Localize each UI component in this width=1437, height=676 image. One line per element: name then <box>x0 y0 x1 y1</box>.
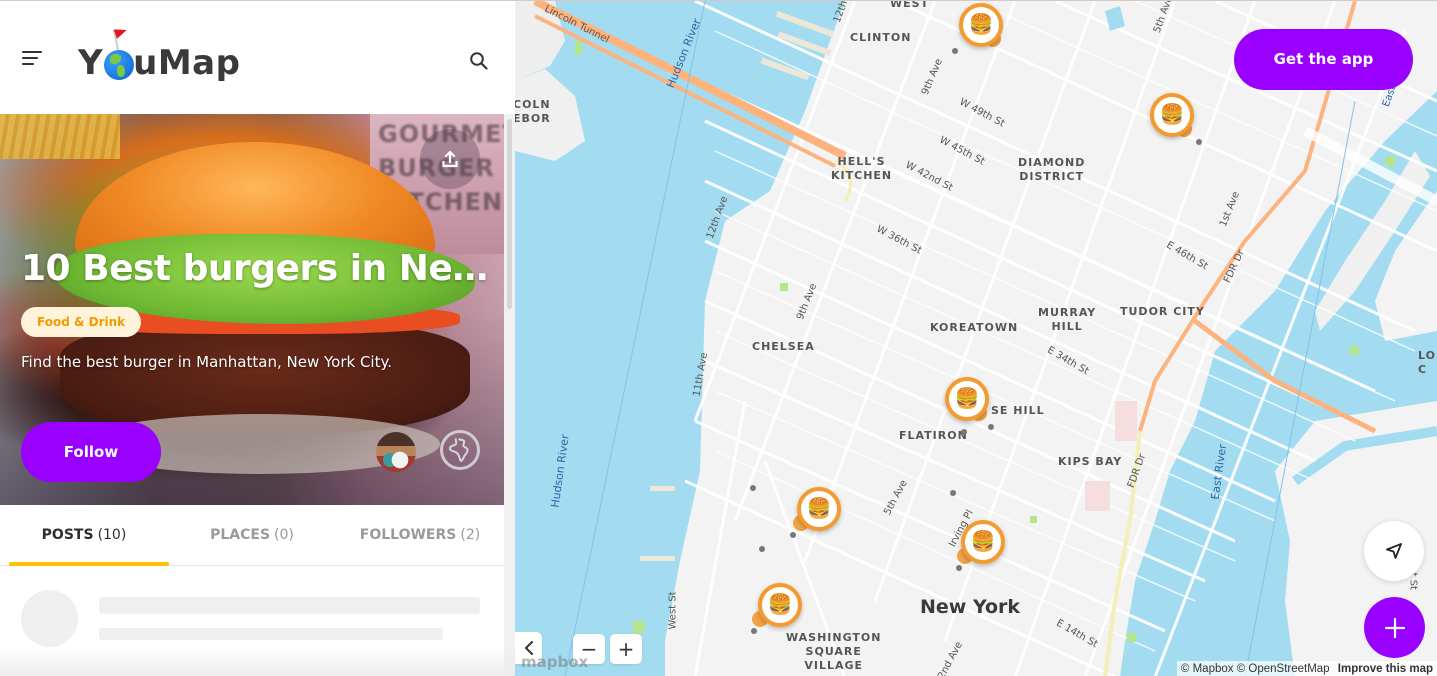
youmap-logo[interactable]: Y uMap <box>78 25 241 87</box>
tab-label: PLACES <box>210 527 271 543</box>
logo-text-left: Y <box>78 43 104 83</box>
poi-dot[interactable] <box>790 532 796 538</box>
map-cover-image: GOURMET BURGER KITCHEN 10 Best burgers i… <box>0 114 504 505</box>
author-avatar[interactable] <box>376 432 416 472</box>
follow-button[interactable]: Follow <box>21 422 161 482</box>
zoom-in-button[interactable]: + <box>610 634 642 664</box>
poi-dot[interactable] <box>759 546 765 552</box>
burger-place-pin[interactable]: 🍔 <box>793 487 841 531</box>
poi-dot[interactable] <box>956 565 962 571</box>
header: Y uMap <box>0 1 515 114</box>
label-clinton: CLINTON <box>850 31 912 44</box>
tab-posts[interactable]: POSTS (10) <box>0 505 169 566</box>
burger-place-pin[interactable]: 🍔 <box>957 520 1005 564</box>
label-washington-square-village: WASHINGTON SQUARE VILLAGE <box>786 631 882 672</box>
label-kips-bay: KIPS BAY <box>1058 455 1123 468</box>
label-hells-kitchen: HELL'S KITCHEN <box>831 155 893 182</box>
burger-icon: 🍔 <box>959 3 1003 47</box>
tab-followers[interactable]: FOLLOWERS (2) <box>336 505 504 565</box>
get-the-app-button[interactable]: Get the app <box>1234 29 1413 90</box>
category-badge[interactable]: Food & Drink <box>21 307 142 337</box>
street-west-st: West St <box>667 591 679 630</box>
poi-dot[interactable] <box>751 628 757 634</box>
poi-dot[interactable] <box>961 429 967 435</box>
tab-places[interactable]: PLACES (0) <box>168 505 336 565</box>
add-place-button[interactable] <box>1364 597 1425 658</box>
sidebar-fade <box>0 647 515 676</box>
attribution-osm[interactable]: © OpenStreetMap <box>1237 663 1330 675</box>
label-koreatown: KOREATOWN <box>930 321 1019 334</box>
globe-flag-icon <box>103 25 135 80</box>
tab-label: POSTS <box>41 527 94 543</box>
navigation-arrow-icon <box>1386 543 1402 559</box>
burger-icon: 🍔 <box>797 487 841 531</box>
skeleton-line <box>99 628 443 640</box>
tab-count: (2) <box>460 527 481 543</box>
search-icon[interactable] <box>469 51 489 71</box>
label-new-york: New York <box>920 596 1021 618</box>
poi-dot[interactable] <box>952 48 958 54</box>
label-murray-hill: MURRAY HILL <box>1038 306 1097 333</box>
label-diamond-district: DIAMOND DISTRICT <box>1018 156 1086 183</box>
map-canvas[interactable]: WEST CLINTON COLN EBOR HELL'S KITCHEN DI… <box>515 0 1437 676</box>
burger-icon: 🍔 <box>758 583 802 627</box>
fries-decoration <box>0 114 120 159</box>
share-upload-icon <box>442 150 458 168</box>
burger-icon: 🍔 <box>945 377 989 421</box>
label-long-island-city: LONG C <box>1418 349 1437 376</box>
share-button[interactable] <box>420 129 480 189</box>
app-root: Y uMap GOURMET BURGER KITCHEN <box>0 0 1437 676</box>
poi-dot[interactable] <box>1196 139 1202 145</box>
scrollbar-thumb[interactable] <box>507 119 512 309</box>
locate-me-button[interactable] <box>1364 521 1424 581</box>
sidebar-panel: Y uMap GOURMET BURGER KITCHEN <box>0 0 515 676</box>
map-base-layer <box>515 1 1437 676</box>
hamburger-menu-icon[interactable] <box>22 49 44 67</box>
burger-icon: 🍔 <box>1150 93 1194 137</box>
label-rose-hill: SE HILL <box>991 404 1045 417</box>
skeleton-line <box>99 597 480 614</box>
content-tabs: POSTS (10) PLACES (0) FOLLOWERS (2) <box>0 505 504 566</box>
tab-count: (0) <box>274 527 294 543</box>
improve-map-link[interactable]: Improve this map <box>1338 663 1433 675</box>
skeleton-avatar <box>21 590 78 647</box>
label-west: WEST <box>890 0 930 10</box>
poi-dot[interactable] <box>750 485 756 491</box>
globe-africa-icon[interactable] <box>440 430 480 470</box>
burger-place-pin[interactable]: 🍔 <box>945 377 989 421</box>
label-tudor-city: TUDOR CITY <box>1120 305 1205 318</box>
plus-icon <box>1384 617 1405 638</box>
map-title: 10 Best burgers in Ne... <box>21 248 491 289</box>
sidebar-scrollbar[interactable] <box>504 114 515 676</box>
logo-text-right: uMap <box>133 43 241 83</box>
map-attribution: © Mapbox © OpenStreetMap Improve this ma… <box>1176 661 1437 676</box>
burger-place-pin[interactable]: 🍔 <box>1150 93 1194 137</box>
burger-place-pin[interactable]: 🍔 <box>752 583 802 627</box>
poi-dot[interactable] <box>988 424 994 430</box>
burger-icon: 🍔 <box>961 520 1005 564</box>
attribution-mapbox[interactable]: © Mapbox <box>1181 663 1234 675</box>
tab-label: FOLLOWERS <box>359 527 457 543</box>
tab-count: (10) <box>97 527 127 543</box>
label-chelsea: CHELSEA <box>752 340 815 353</box>
label-flatiron: FLATIRON <box>899 429 968 442</box>
mapbox-logo[interactable]: mapbox <box>521 653 588 671</box>
burger-place-pin[interactable]: 🍔 <box>959 3 1003 47</box>
map-description: Find the best burger in Manhattan, New Y… <box>21 353 392 371</box>
poi-dot[interactable] <box>950 490 956 496</box>
label-lincoln-harbor: COLN EBOR <box>515 98 551 125</box>
